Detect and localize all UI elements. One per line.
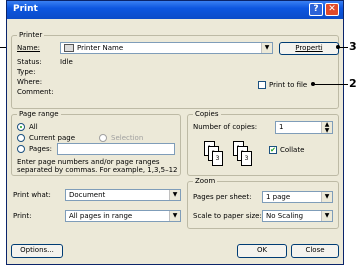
type-label: Type: (17, 68, 36, 76)
scale-select[interactable]: No Scaling ▼ (262, 210, 333, 222)
printer-name-select[interactable]: Printer Name ▼ (60, 42, 273, 54)
collate-checkbox[interactable]: ✔ (269, 146, 277, 154)
close-label: Close (305, 246, 325, 254)
radio-all-label: All (29, 123, 38, 131)
zoom-label: Zoom (193, 177, 218, 185)
radio-pages-label: Pages: (29, 145, 52, 153)
printer-name-value: Printer Name (77, 44, 124, 52)
page-range-label: Page range (17, 110, 61, 118)
callout-3-line (338, 47, 348, 48)
collate-page-icon: 3 (241, 151, 252, 166)
pages-per-sheet-value: 1 page (266, 193, 291, 201)
window-title: Print (13, 4, 38, 14)
copies-label: Copies (193, 110, 221, 118)
print-value: All pages in range (69, 212, 133, 220)
radio-pages[interactable] (17, 145, 25, 153)
title-bar: Print ? ✕ (7, 1, 343, 19)
close-button[interactable]: Close (291, 244, 339, 258)
options-label: Options... (20, 246, 54, 254)
properties-label: Properti (295, 44, 323, 52)
print-what-value: Document (69, 191, 106, 199)
chevron-down-icon: ▼ (169, 211, 180, 221)
print-what-label: Print what: (13, 191, 51, 199)
scale-value: No Scaling (266, 212, 304, 220)
print-select[interactable]: All pages in range ▼ (65, 210, 181, 222)
callout-2-line (313, 84, 348, 85)
radio-selection (99, 134, 107, 142)
print-to-file-checkbox[interactable] (258, 81, 266, 89)
chevron-down-icon: ▼ (169, 190, 180, 200)
chevron-down-icon: ▼ (261, 43, 272, 53)
print-to-file-label: Print to file (269, 81, 308, 89)
pages-per-sheet-select[interactable]: 1 page ▼ (262, 191, 333, 203)
print-label: Print: (13, 212, 32, 220)
copies-value: 1 (279, 123, 284, 131)
close-window-button[interactable]: ✕ (325, 3, 339, 16)
chevron-down-icon: ▼ (321, 211, 332, 221)
callout-3: 3 (349, 40, 357, 53)
radio-current-page-label: Current page (29, 134, 75, 142)
number-of-copies-label: Number of copies: (193, 123, 258, 131)
status-value: Idle (60, 58, 73, 66)
where-label: Where: (17, 78, 43, 86)
pages-input[interactable] (57, 143, 175, 155)
print-what-select[interactable]: Document ▼ (65, 189, 181, 201)
name-label: Name: (17, 44, 41, 52)
printer-icon (64, 44, 74, 52)
print-dialog: Print ? ✕ Printer Name: Printer Name ▼ P… (6, 0, 344, 265)
radio-selection-label: Selection (111, 134, 144, 142)
scale-label: Scale to paper size: (193, 212, 262, 220)
printer-group-label: Printer (17, 31, 45, 39)
options-button[interactable]: Options... (11, 244, 63, 258)
collate-label: Collate (280, 146, 305, 154)
page-range-hint: Enter page numbers and/or page ranges se… (17, 158, 178, 174)
collate-page-icon: 3 (212, 151, 223, 166)
callout-2: 2 (349, 77, 357, 90)
radio-all[interactable] (17, 123, 25, 131)
ok-label: OK (256, 246, 268, 254)
help-button[interactable]: ? (309, 3, 323, 16)
radio-current-page[interactable] (17, 134, 25, 142)
chevron-down-icon: ▼ (321, 192, 332, 202)
spinner-arrows-icon[interactable]: ▲ ▼ (321, 122, 332, 133)
properties-button[interactable]: Properti (279, 42, 339, 55)
pages-per-sheet-label: Pages per sheet: (193, 193, 252, 201)
comment-label: Comment: (17, 88, 54, 96)
ok-button[interactable]: OK (237, 244, 287, 258)
copies-spinner[interactable]: 1 ▲ ▼ (275, 121, 333, 134)
status-label: Status: (17, 58, 42, 66)
